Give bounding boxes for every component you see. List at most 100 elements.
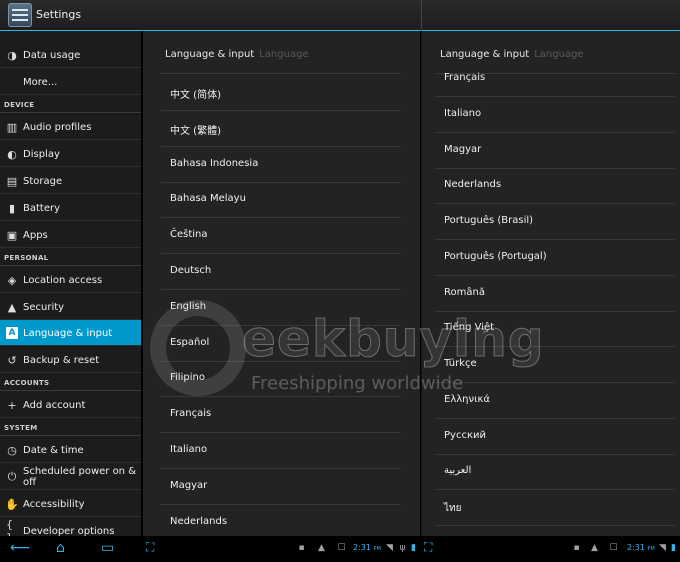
add-icon: + [7, 398, 17, 412]
battery-icon: ▮ [8, 201, 16, 215]
warning-icon[interactable]: ▲ [590, 544, 599, 553]
clock-right[interactable]: 2:31 PM [627, 543, 655, 552]
language-option[interactable]: Filipino [170, 372, 205, 383]
list-divider [435, 489, 675, 491]
language-option[interactable]: Русский [444, 430, 486, 441]
sidebar-item-label: Accessibility [23, 498, 85, 510]
language-option[interactable]: Bahasa Indonesia [170, 158, 258, 169]
language-option[interactable]: Português (Brasil) [444, 215, 533, 226]
language-option[interactable]: Português (Portugal) [444, 251, 547, 262]
language-option[interactable]: 中文 (简体) [170, 86, 221, 101]
language-option[interactable]: Română [444, 287, 485, 298]
language-icon: A [6, 327, 18, 339]
language-option[interactable]: Magyar [444, 144, 481, 155]
sidebar-item-date-time[interactable]: ◷ Date & time [0, 437, 141, 463]
language-option[interactable]: Türkçe [444, 358, 477, 369]
sidebar-item-add-account[interactable]: + Add account [0, 392, 141, 418]
clock-left[interactable]: 2:31 PM [353, 543, 381, 552]
sidebar-item-apps[interactable]: ▣ Apps [0, 222, 141, 248]
sidebar-item-label: Security [23, 301, 65, 313]
sidebar-item-label: Apps [23, 229, 48, 241]
language-option[interactable]: العربية [444, 465, 471, 476]
sidebar-item-developer-options[interactable]: { } Developer options [0, 518, 141, 536]
sidebar-item-storage[interactable]: ▤ Storage [0, 168, 141, 194]
settings-app-icon[interactable] [8, 3, 32, 27]
battery-status-icon: ▮ [411, 543, 416, 553]
location-icon: ◈ [7, 273, 17, 287]
list-divider [435, 382, 675, 383]
list-divider [161, 253, 401, 255]
list-divider [435, 525, 675, 526]
sidebar-item-label: Date & time [23, 444, 84, 456]
language-option[interactable]: 中文 (繁體) [170, 122, 221, 137]
language-option[interactable]: Français [170, 408, 211, 419]
back-icon[interactable]: ⟵ [10, 540, 30, 556]
home-icon[interactable]: ⌂ [56, 540, 65, 556]
sidebar-item-label: Data usage [23, 49, 81, 61]
settings-sidebar[interactable]: DEVICE PERSONAL ACCOUNTS SYSTEM ◑ Data us… [0, 31, 141, 536]
system-navigation-bar: ⟵ ⌂ ▭ ⛶ ▪ ▲ ☐ 2:31 PM ◥ ψ ▮ ⛶ ▪ ▲ ☐ 2:31… [0, 536, 680, 562]
action-bar: Settings [0, 0, 680, 31]
title-divider [161, 73, 401, 74]
list-divider [161, 289, 401, 290]
list-divider [161, 181, 401, 183]
panel-breadcrumb[interactable]: Language [534, 49, 583, 60]
chat-icon[interactable]: ☐ [337, 544, 346, 553]
wifi-icon: ◥ [386, 543, 393, 553]
sidebar-item-location-access[interactable]: ◈ Location access [0, 267, 141, 293]
panel-breadcrumb[interactable]: Language [259, 49, 308, 60]
list-divider [435, 310, 675, 312]
panel-title-right: Language & input Language [440, 49, 584, 60]
language-option[interactable]: ไทย [444, 501, 461, 516]
sidebar-scroll-fade [0, 31, 141, 39]
app-title: Settings [36, 8, 82, 21]
screenshot-icon[interactable]: ⛶ [424, 540, 432, 555]
notification-icon[interactable]: ▪ [297, 544, 306, 553]
sidebar-item-backup-reset[interactable]: ↺ Backup & reset [0, 347, 141, 373]
language-option[interactable]: Ελληνικά [444, 394, 490, 405]
recent-apps-icon[interactable]: ▭ [101, 540, 114, 556]
list-divider [161, 396, 401, 398]
list-divider [435, 346, 675, 348]
list-divider [435, 274, 675, 276]
apps-icon: ▣ [6, 228, 18, 242]
sidebar-header-system: SYSTEM [0, 424, 141, 436]
language-option[interactable]: Tiếng Việt [444, 322, 494, 333]
notification-icon[interactable]: ▪ [572, 544, 581, 553]
sidebar-item-language-input[interactable]: A Language & input [0, 320, 141, 346]
language-list-panel-left[interactable]: Language & input Language 中文 (简体) 中文 (繁體) B… [143, 31, 420, 536]
sidebar-item-display[interactable]: ◐ Display [0, 141, 141, 167]
list-divider [435, 167, 675, 169]
language-option[interactable]: Italiano [170, 444, 207, 455]
sidebar-item-label: Display [23, 148, 60, 160]
sidebar-item-battery[interactable]: ▮ Battery [0, 195, 141, 221]
language-option[interactable]: Italiano [444, 108, 481, 119]
sidebar-item-more[interactable]: More... [0, 69, 141, 95]
screenshot-icon[interactable]: ⛶ [146, 540, 154, 555]
list-divider [435, 239, 675, 240]
sidebar-item-security[interactable]: ▲ Security [0, 294, 141, 320]
language-option[interactable]: English [170, 301, 206, 312]
language-option[interactable]: Español [170, 337, 209, 348]
language-option[interactable]: Bahasa Melayu [170, 193, 246, 204]
backup-icon: ↺ [7, 353, 17, 367]
panel-title-text: Language & input [440, 49, 530, 60]
language-option[interactable]: Nederlands [170, 516, 227, 527]
data-usage-icon: ◑ [7, 48, 17, 62]
language-list-panel-right[interactable]: Language & input Language Français Italian… [422, 31, 680, 536]
sidebar-item-audio-profiles[interactable]: ▥ Audio profiles [0, 114, 141, 140]
language-option[interactable]: Nederlands [444, 179, 501, 190]
sidebar-item-data-usage[interactable]: ◑ Data usage [0, 42, 141, 68]
sidebar-item-label: Developer options [23, 525, 115, 537]
panel-title-left: Language & input Language [165, 49, 309, 60]
chat-icon[interactable]: ☐ [609, 544, 618, 553]
list-divider [435, 453, 675, 455]
language-option[interactable]: Magyar [170, 480, 207, 491]
list-divider [161, 360, 401, 362]
sidebar-item-scheduled-power-on-off[interactable]: ⏻ Scheduled power on & off [0, 464, 141, 490]
language-option[interactable]: Čeština [170, 229, 208, 240]
language-option[interactable]: Deutsch [170, 265, 211, 276]
language-option[interactable]: Français [444, 72, 485, 83]
warning-icon[interactable]: ▲ [317, 544, 326, 553]
sidebar-item-accessibility[interactable]: ✋ Accessibility [0, 491, 141, 517]
